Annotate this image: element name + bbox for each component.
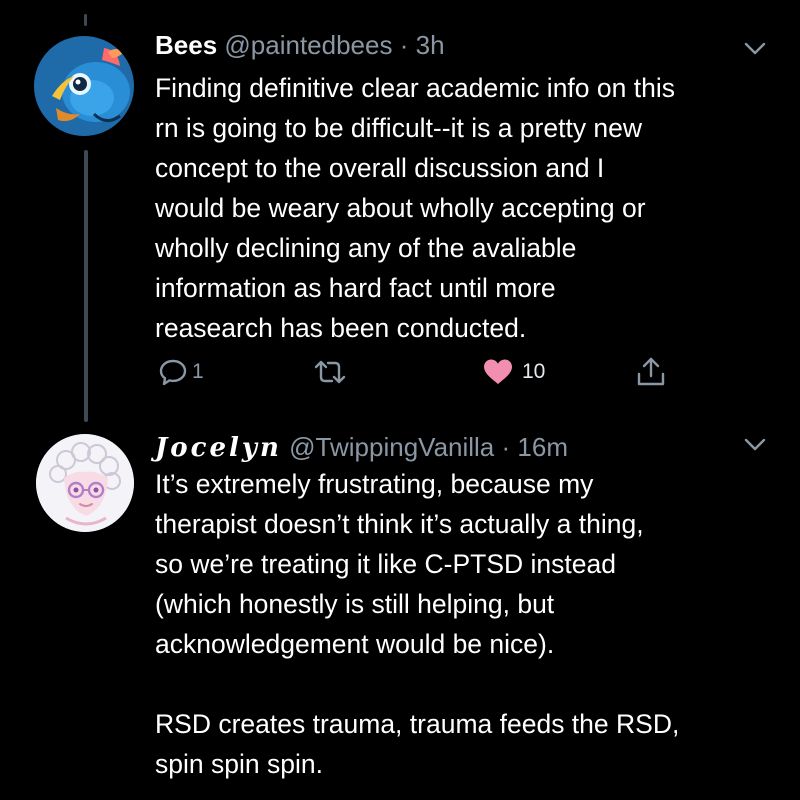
avatar[interactable] — [34, 36, 134, 136]
reply-button[interactable]: 1 — [158, 352, 204, 392]
tweet-text-line: rn is going to be difficult--it is a pre… — [155, 113, 643, 143]
thread-line-stub — [84, 14, 87, 26]
like-button[interactable]: 10 — [482, 352, 545, 392]
tweet-text: Finding definitive clear academic info o… — [155, 68, 785, 348]
chevron-down-icon[interactable] — [744, 438, 766, 452]
tweet-text-line: so we’re treating it like C-PTSD instead — [155, 549, 616, 579]
tweet-text-line: concept to the overall discussion and I — [155, 153, 605, 183]
share-icon — [637, 357, 665, 386]
tweet-text: It’s extremely frustrating, because my t… — [155, 464, 785, 784]
display-name[interactable]: Jocelyn — [155, 433, 282, 463]
tweet-header: Bees @paintedbees · 3h — [155, 30, 445, 60]
avatar[interactable] — [36, 434, 134, 532]
timestamp[interactable]: 3h — [416, 30, 445, 60]
retweet-icon — [314, 360, 346, 384]
separator-dot: · — [501, 432, 511, 462]
tweet-text-line: spin spin spin. — [155, 749, 323, 779]
heart-filled-icon — [484, 359, 512, 384]
like-count: 10 — [522, 360, 546, 383]
display-name[interactable]: Bees — [155, 30, 217, 60]
handle[interactable]: @TwippingVanilla — [289, 432, 494, 462]
tweet-text-line: therapist doesn’t think it’s actually a … — [155, 509, 644, 539]
tweet-text-line: information as hard fact until more — [155, 273, 556, 303]
avatar-image — [34, 36, 134, 136]
tweet-text-line: (which honestly is still helping, but — [155, 589, 555, 619]
reply-count: 1 — [192, 360, 204, 383]
share-button[interactable] — [636, 352, 666, 392]
tweet-text-line: acknowledgement would be nice). — [155, 629, 555, 659]
tweet-header: Jocelyn @TwippingVanilla · 16m — [155, 432, 568, 463]
tweet-text-line: reasearch has been conducted. — [155, 313, 527, 343]
tweet-text-line: wholly declining any of the avaliable — [155, 233, 577, 263]
tweet-actions: 1 10 — [0, 352, 800, 392]
chevron-down-icon[interactable] — [744, 42, 766, 56]
timestamp[interactable]: 16m — [517, 432, 568, 462]
tweet-text-line: Finding definitive clear academic info o… — [155, 73, 675, 103]
avatar-image — [36, 434, 134, 532]
tweet-text-line: RSD creates trauma, trauma feeds the RSD… — [155, 709, 680, 739]
retweet-button[interactable] — [313, 352, 347, 392]
comment-icon — [159, 359, 187, 386]
tweet-text-line: It’s extremely frustrating, because my — [155, 469, 594, 499]
tweet-text-line: would be weary about wholly accepting or — [155, 193, 646, 223]
separator-dot: · — [399, 30, 409, 60]
handle[interactable]: @paintedbees — [224, 30, 392, 60]
